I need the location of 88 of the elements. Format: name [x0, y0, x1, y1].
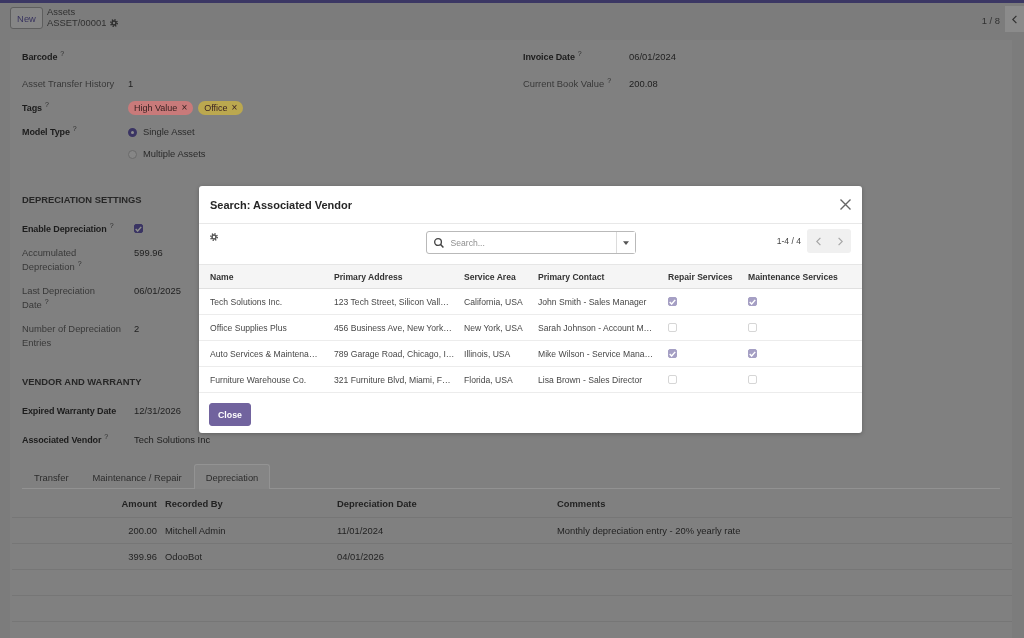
field-label: Expired Warranty Date [22, 406, 117, 416]
column-header[interactable]: Comments [552, 497, 1012, 509]
table-cell[interactable]: Sarah Johnson - Account M… [527, 322, 657, 333]
field-value: 599.96 [134, 247, 163, 258]
tab[interactable]: Maintenance / Repair [80, 464, 194, 489]
column-header[interactable]: Name [199, 271, 323, 282]
column-header[interactable]: Amount [12, 497, 160, 509]
table-cell[interactable]: 789 Garage Road, Chicago, I… [323, 348, 453, 359]
field-value: 1 [128, 78, 134, 89]
field-value: 12/31/2026 [134, 405, 181, 416]
field-label: Tags$^{?}$ [22, 103, 49, 113]
field-value: 200.08 [629, 78, 658, 89]
field-label: Model Type$^{?}$ [22, 127, 77, 137]
table-cell-text: 11/01/2024 [336, 525, 385, 536]
table-cell-text: OdooBot [164, 551, 203, 562]
table-cell[interactable]: 123 Tech Street, Silicon Vall… [323, 296, 453, 307]
section-title: VENDOR AND WARRANTY [22, 375, 142, 389]
table-cell-text: Mitchell Admin [164, 525, 227, 536]
chevron-left-icon [815, 236, 821, 246]
column-header[interactable]: Service Area [453, 271, 527, 282]
field-label: Invoice Date$^{?}$ [523, 52, 582, 62]
table-cell[interactable]: Mike Wilson - Service Mana… [527, 348, 657, 359]
table-cell[interactable]: 456 Business Ave, New York… [323, 322, 453, 333]
close-button[interactable] [840, 199, 851, 210]
previous-button[interactable] [1005, 6, 1024, 32]
pager-counter: 1-4 / 4 [776, 236, 801, 246]
radio-label: Multiple Assets [143, 147, 206, 161]
remove-tag-button[interactable]: × [231, 103, 238, 113]
pager-counter: 1 / 8 [981, 16, 1000, 26]
remove-tag-button[interactable]: × [181, 103, 188, 113]
field-value: 06/01/2025 [134, 285, 181, 296]
radio-label: Single Asset [143, 125, 195, 139]
field-value: 2 [134, 323, 140, 334]
table-cell[interactable]: Florida, USA [453, 374, 527, 385]
table-cell-text: 04/01/2026 [336, 551, 385, 562]
table-cell[interactable]: Furniture Warehouse Co. [199, 374, 323, 385]
field-label: Enable Depreciation$^{?}$ [22, 224, 114, 234]
field-label: Barcode$^{?}$ [22, 52, 65, 62]
table-cell-text: Monthly depreciation entry - 20% yearly rate [556, 525, 742, 536]
field-label: Asset Transfer History [22, 78, 115, 89]
caret-down-icon [622, 240, 629, 245]
table-cell[interactable]: Illinois, USA [453, 348, 527, 359]
table-cell[interactable]: Office Supplies Plus [199, 322, 323, 333]
checkbox[interactable] [134, 224, 143, 233]
column-header[interactable]: Recorded By [160, 497, 332, 509]
record-title: ASSET/00001 [47, 17, 107, 28]
field-value: 06/01/2024 [629, 51, 676, 62]
tag-label: Office [204, 102, 228, 115]
column-header[interactable]: Primary Contact [527, 271, 657, 282]
field-label: Number of Depreciation Entries [22, 323, 121, 348]
table-cell-text: 399.96 [127, 551, 158, 562]
close-button[interactable]: Close [209, 403, 251, 426]
field-label: Last Depreciation Date$^{?}$ [22, 285, 95, 310]
tag-label: High Value [134, 102, 178, 115]
tab[interactable]: Transfer [22, 464, 81, 489]
table-cell[interactable]: 321 Furniture Blvd, Miami, F… [323, 374, 453, 385]
column-header[interactable]: Maintenance Services [737, 271, 862, 282]
table-cell[interactable]: California, USA [453, 296, 527, 307]
gear-icon[interactable] [110, 18, 119, 27]
field-value: Tech Solutions Inc [134, 434, 211, 445]
table-cell[interactable]: Auto Services & Maintena… [199, 348, 323, 359]
checkbox[interactable] [748, 349, 757, 358]
column-header[interactable]: Primary Address [323, 271, 453, 282]
checkbox[interactable] [748, 297, 757, 306]
search-input[interactable]: Search... [450, 235, 616, 250]
column-header[interactable]: Depreciation Date [332, 497, 552, 509]
field-label: Accumulated Depreciation$^{?}$ [22, 247, 82, 272]
checkbox[interactable] [668, 349, 677, 358]
column-header[interactable]: Repair Services [657, 271, 737, 282]
tab[interactable]: Depreciation [193, 464, 271, 489]
field-label: Associated Vendor$^{?}$ [22, 435, 109, 445]
search-bar[interactable]: Search... [425, 231, 636, 254]
dropdown-toggle[interactable] [615, 232, 635, 253]
section-title: DEPRECIATION SETTINGS [22, 193, 142, 207]
gear-icon[interactable] [210, 233, 218, 241]
close-icon [840, 199, 851, 210]
table-cell[interactable]: Lisa Brown - Sales Director [527, 374, 657, 385]
radio-button[interactable] [128, 127, 137, 137]
chevron-left-icon [1012, 14, 1017, 24]
search-icon [433, 237, 444, 248]
table-cell[interactable]: John Smith - Sales Manager [527, 296, 657, 307]
table-cell-text: 200.00 [127, 525, 158, 536]
table-cell[interactable]: New York, USA [453, 322, 527, 333]
table-cell[interactable]: Tech Solutions Inc. [199, 296, 323, 307]
chevron-right-icon [837, 236, 843, 246]
checkbox[interactable] [668, 297, 677, 306]
field-label: Current Book Value$^{?}$ [523, 78, 612, 89]
dialog-title: Search: Associated Vendor [210, 198, 353, 211]
